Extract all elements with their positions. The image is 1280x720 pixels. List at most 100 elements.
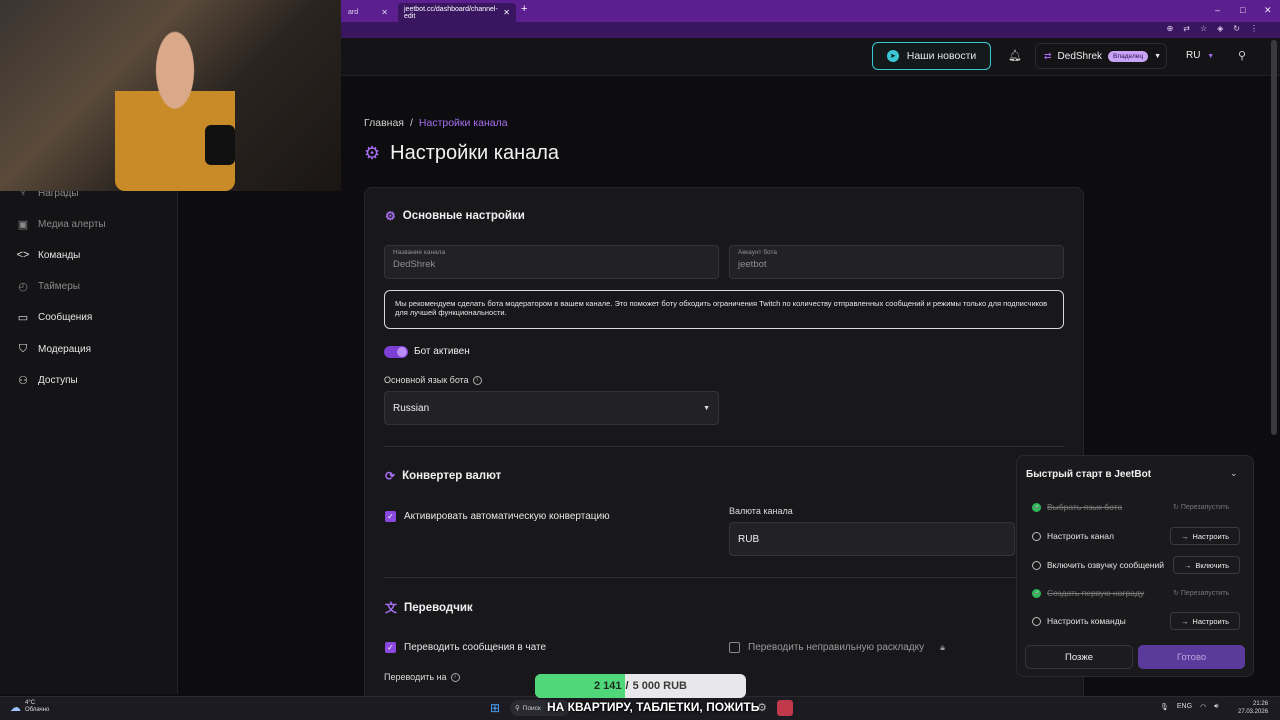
later-button[interactable]: Позже bbox=[1025, 645, 1133, 669]
telegram-icon: ➤ bbox=[886, 50, 899, 62]
select-value: Russian bbox=[393, 402, 430, 414]
restart-link[interactable]: ↻ Перезапустить bbox=[1173, 589, 1229, 597]
step-label: Настроить канал bbox=[1047, 531, 1114, 541]
close-window-button[interactable]: ✕ bbox=[1264, 5, 1272, 16]
section-basic-title: ⚙ Основные настройки bbox=[385, 209, 525, 223]
bot-active-toggle[interactable] bbox=[384, 346, 408, 358]
translate-chat-checkbox[interactable]: ✓ bbox=[385, 642, 396, 653]
donation-amount: 2 141 / 5 000 RUB bbox=[535, 674, 746, 698]
quick-start-step: ✓ Выбрать язык бота bbox=[1032, 502, 1122, 512]
info-icon[interactable]: i bbox=[472, 375, 482, 385]
streamer-figure bbox=[115, 30, 235, 191]
close-icon[interactable]: ✕ bbox=[381, 8, 388, 17]
browser-tab[interactable]: ard ✕ bbox=[342, 3, 394, 22]
scrollbar[interactable] bbox=[1271, 40, 1277, 435]
system-tray: 🎙︎ ENG ◠ 🔊︎ bbox=[1160, 703, 1219, 711]
auto-convert-checkbox[interactable]: ✓ bbox=[385, 511, 396, 522]
search-label: Поиск bbox=[522, 704, 541, 712]
app-icon[interactable] bbox=[777, 700, 793, 716]
step-label: Создать первую награду bbox=[1047, 588, 1145, 598]
bot-language-label: Основной язык бота i bbox=[384, 375, 482, 385]
menu-icon[interactable]: ⋮ bbox=[1250, 24, 1258, 33]
minimize-button[interactable]: – bbox=[1215, 5, 1220, 15]
gear-icon: ⚙ bbox=[364, 143, 381, 163]
shield-icon: ⛉ bbox=[18, 343, 28, 355]
sidebar-item-media-alerts[interactable]: ▣ Медиа алерты bbox=[16, 218, 106, 231]
check-circle-icon: ✓ bbox=[1032, 502, 1041, 512]
mic-icon[interactable]: 🎙︎ bbox=[1160, 703, 1169, 711]
sidebar-item-label: Сообщения bbox=[38, 312, 93, 323]
input-language[interactable]: ENG bbox=[1177, 703, 1192, 711]
breadcrumb-home[interactable]: Главная bbox=[364, 117, 404, 129]
chevron-down-icon: ▼ bbox=[703, 404, 710, 412]
chevron-down-icon[interactable]: ⌄ bbox=[1230, 468, 1238, 479]
weather-widget[interactable]: ☁ 4°C Облачно bbox=[10, 700, 49, 714]
channel-currency-select[interactable]: RUB bbox=[729, 522, 1015, 556]
field-label: Переводить на bbox=[384, 672, 447, 682]
breadcrumb-current: Настройки канала bbox=[418, 117, 508, 129]
clock[interactable]: 21:26 27.03.2026 bbox=[1238, 700, 1268, 716]
arrow-right-icon: → bbox=[1183, 560, 1192, 570]
info-icon[interactable]: i bbox=[450, 672, 460, 682]
configure-channel-button[interactable]: → Настроить bbox=[1170, 527, 1240, 545]
button-label: Настроить bbox=[1192, 531, 1230, 541]
sidebar-item-label: Доступы bbox=[38, 375, 78, 386]
language-selector[interactable]: RU ▼ bbox=[1186, 50, 1214, 61]
maximize-button[interactable]: □ bbox=[1240, 5, 1245, 15]
language-label: RU bbox=[1186, 50, 1201, 61]
enable-tts-button[interactable]: → Включить bbox=[1173, 556, 1240, 574]
wrong-layout-checkbox[interactable] bbox=[729, 642, 740, 653]
bell-icon[interactable]: 🔔︎ bbox=[1008, 49, 1022, 62]
channel-name-field[interactable]: Название канала DedShrek bbox=[384, 245, 719, 279]
sidebar-item-access[interactable]: ⚇ Доступы bbox=[16, 374, 78, 387]
bot-language-select[interactable]: Russian ▼ bbox=[384, 391, 719, 425]
page-title: ⚙ Настройки канала bbox=[364, 142, 559, 165]
sidebar-item-label: Таймеры bbox=[38, 281, 80, 292]
owner-badge: Владелец bbox=[1108, 50, 1149, 62]
select-value: RUB bbox=[738, 533, 760, 545]
donation-separator: / bbox=[625, 680, 629, 692]
user-menu[interactable]: ⇄ DedShrek Владелец ▼ bbox=[1035, 43, 1167, 69]
tab-label: jeetbot.cc/dashboard/channel-edit bbox=[404, 5, 498, 20]
wrong-layout-row[interactable]: Переводить неправильную раскладку 🔒︎ bbox=[729, 642, 945, 653]
translate-chat-row[interactable]: ✓ Переводить сообщения в чате bbox=[385, 642, 546, 653]
restart-label: Перезапустить bbox=[1180, 504, 1230, 511]
section-title-text: Переводчик bbox=[404, 601, 473, 614]
configure-commands-button[interactable]: → Настроить bbox=[1170, 612, 1240, 630]
done-button[interactable]: Готово bbox=[1138, 645, 1245, 669]
sidebar-item-messages[interactable]: ▭ Сообщения bbox=[16, 311, 92, 324]
sidebar-item-label: Медиа алерты bbox=[38, 219, 106, 230]
wifi-icon[interactable]: ◠ bbox=[1200, 703, 1206, 711]
refresh-icon[interactable]: ↻ bbox=[1233, 24, 1240, 33]
news-button[interactable]: ➤ Наши новости bbox=[872, 42, 991, 70]
checkbox-label: Переводить неправильную раскладку bbox=[748, 642, 925, 653]
section-translator-title: 文 Переводчик bbox=[385, 599, 473, 616]
sidebar-item-moderation[interactable]: ⛉ Модерация bbox=[16, 343, 91, 356]
checkbox-label: Переводить сообщения в чате bbox=[404, 642, 547, 653]
bookmark-star-icon[interactable]: ☆ bbox=[1200, 24, 1207, 33]
new-tab-button[interactable]: + bbox=[521, 3, 527, 15]
chevron-down-icon: ▼ bbox=[1154, 52, 1162, 60]
microphone bbox=[205, 125, 235, 165]
auto-convert-row[interactable]: ✓ Активировать автоматическую конвертаци… bbox=[385, 511, 610, 522]
donation-goal-text: НА КВАРТИРУ, ТАБЛЕТКИ, ПОЖИТЬ bbox=[547, 700, 760, 714]
bot-active-label: Бот активен bbox=[414, 346, 470, 357]
translate-icon[interactable]: ⇄ bbox=[1183, 24, 1190, 33]
browser-tab-active[interactable]: jeetbot.cc/dashboard/channel-edit ✕ bbox=[398, 3, 516, 22]
zoom-icon[interactable]: ⊕ bbox=[1167, 24, 1174, 33]
translate-icon: 文 bbox=[385, 601, 398, 615]
checkbox-label: Активировать автоматическую конвертацию bbox=[404, 511, 610, 522]
gear-icon: ⚙ bbox=[385, 209, 396, 223]
extension-icon[interactable]: ◈ bbox=[1217, 24, 1223, 33]
profile-icon[interactable]: ⚲ bbox=[1238, 49, 1246, 62]
volume-icon[interactable]: 🔊︎ bbox=[1214, 703, 1218, 711]
sidebar-item-timers[interactable]: ◴ Таймеры bbox=[16, 280, 80, 293]
currency-exchange-icon: ⟳ bbox=[385, 469, 396, 483]
windows-start-icon[interactable]: ⊞ bbox=[490, 701, 500, 715]
sidebar-item-commands[interactable]: <> Команды bbox=[16, 249, 81, 261]
restart-link[interactable]: ↻ Перезапустить bbox=[1173, 503, 1229, 511]
tab-label: ard bbox=[348, 9, 359, 16]
close-icon[interactable]: ✕ bbox=[503, 8, 510, 17]
timer-icon: ◴ bbox=[18, 281, 28, 293]
bot-account-field[interactable]: Аккаунт бота jeetbot bbox=[729, 245, 1064, 279]
